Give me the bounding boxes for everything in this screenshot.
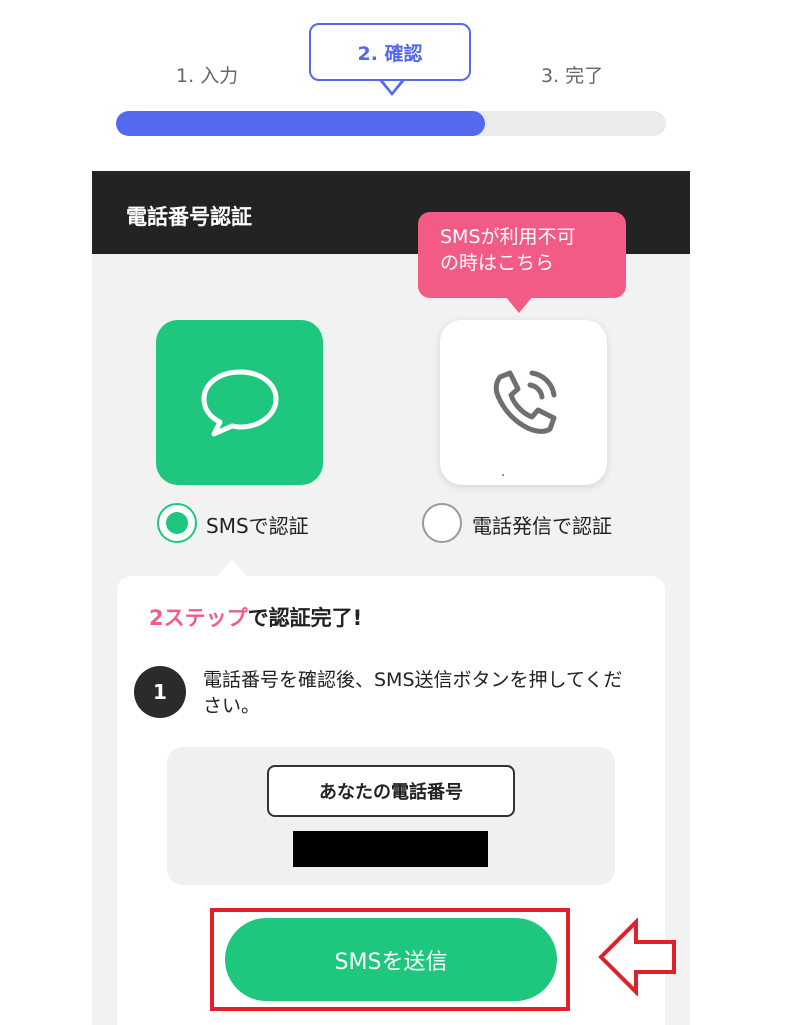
phone-number-redacted [293, 831, 488, 867]
tooltip-pointer [505, 296, 533, 313]
step-confirm-label: 2. 確認 [309, 23, 471, 81]
sms-unavailable-tooltip: SMSが利用不可 の時はこちら [418, 212, 626, 298]
sms-option-label[interactable]: SMSで認証 [206, 510, 309, 539]
left-arrow-icon [598, 918, 676, 996]
phone-call-icon [493, 370, 556, 434]
card-title-highlight: 2ステップ [149, 606, 248, 630]
call-radio[interactable] [422, 503, 462, 543]
progress-bar [116, 111, 666, 136]
sms-option-tile[interactable] [156, 320, 323, 485]
tooltip-line-2: の時はこちら [440, 252, 555, 274]
chat-bubble-icon [201, 369, 278, 436]
progress-bar-fill [116, 111, 485, 136]
call-option-tile[interactable] [440, 320, 607, 485]
sms-radio[interactable] [157, 503, 197, 543]
tooltip-line-1: SMSが利用不可 [440, 226, 576, 248]
send-sms-button[interactable]: SMSを送信 [225, 918, 557, 1001]
step-number-badge: 1 [134, 666, 186, 718]
step-complete-label: 3. 完了 [541, 65, 604, 87]
instruction-text: 電話番号を確認後、SMS送信ボタンを押してください。 [203, 669, 623, 717]
card-pointer [216, 560, 248, 577]
step-input-label: 1. 入力 [176, 65, 239, 87]
card-title-rest: で認証完了! [247, 606, 363, 630]
phone-number-label: あなたの電話番号 [267, 765, 515, 817]
card-title: 2ステップで認証完了! [149, 602, 362, 632]
call-option-label[interactable]: 電話発信で認証 [472, 510, 612, 539]
